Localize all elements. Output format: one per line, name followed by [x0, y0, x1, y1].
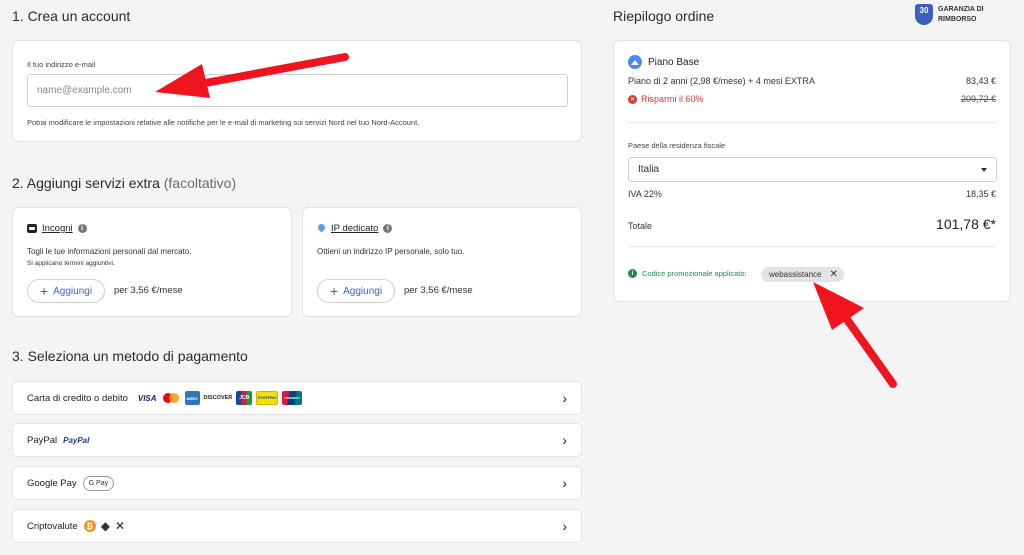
payment-method-card[interactable]: Carta di credito o debito VISA AMEX DISC…	[12, 381, 582, 415]
account-heading: 1. Crea un account	[12, 8, 131, 24]
original-price: 209,72 €	[960, 94, 996, 104]
dedicated-ip-title[interactable]: IP dedicato i	[316, 222, 393, 234]
dedicated-ip-price-value: 3,56 €/mese	[420, 285, 473, 296]
country-select[interactable]: Italia	[628, 157, 997, 182]
incogni-desc: Togli le tue informazioni personali dal …	[27, 247, 192, 256]
plan-name: Piano Base	[648, 56, 700, 68]
add-incogni-button[interactable]: + Aggiungi	[27, 279, 105, 303]
plus-icon: +	[39, 283, 49, 299]
remove-promo-close-icon[interactable]: ✕	[829, 269, 837, 280]
divider	[628, 246, 996, 247]
payment-method-google-pay[interactable]: Google Pay G Pay ›	[12, 466, 582, 500]
vat-value: 18,35 €	[965, 189, 996, 199]
promo-info-icon: i	[628, 269, 637, 278]
plus-icon: +	[329, 283, 339, 299]
discover-logo: DISCOVER	[203, 395, 233, 401]
jcb-logo: JCB	[236, 391, 253, 405]
summary-heading: Riepilogo ordine	[613, 8, 715, 24]
info-icon[interactable]: i	[383, 224, 393, 233]
promo-code: webassistance	[769, 270, 822, 279]
ethereum-icon: ◆	[100, 519, 110, 533]
chevron-right-icon: ›	[562, 390, 567, 406]
incogni-icon	[27, 224, 37, 233]
email-placeholder: name@example.com	[37, 85, 132, 96]
incogni-title-text: Incogni	[42, 223, 73, 234]
payment-method-label: Carta di credito o debito	[27, 392, 128, 404]
caret-down-icon	[981, 167, 987, 172]
extras-heading-main: 2. Aggiungi servizi extra	[12, 175, 160, 191]
payment-method-label: Criptovalute	[27, 520, 78, 532]
mastercard-logo	[161, 391, 181, 405]
info-icon[interactable]: i	[77, 224, 87, 233]
savings-x-icon: ✕	[628, 94, 637, 104]
incogni-price-value: 3,56 €/mese	[130, 285, 183, 296]
incogni-price: per 3,56 €/mese	[114, 285, 183, 296]
dedicated-ip-desc: Ottieni un indirizzo IP personale, solo …	[317, 247, 465, 256]
email-field[interactable]: name@example.com	[27, 74, 568, 107]
amex-logo: AMEX	[184, 391, 200, 405]
unionpay-logo: UNIONPAY	[282, 391, 303, 405]
badge-days: 30	[919, 6, 929, 15]
card-logos: VISA AMEX DISCOVER JCB POSTEPAY UNIONPAY	[134, 391, 303, 405]
nordvpn-logo-icon	[628, 55, 642, 69]
account-card: Il tuo indirizzo e-mail name@example.com…	[12, 40, 582, 142]
extras-heading-optional: (facoltativo)	[163, 175, 237, 191]
chevron-right-icon: ›	[562, 475, 567, 491]
payment-method-crypto[interactable]: Criptovalute ₿ ◆ ✕ ›	[12, 509, 582, 543]
country-value: Italia	[638, 164, 660, 175]
visa-logo: VISA	[137, 393, 157, 403]
guarantee-text: GARANZIA DI RIMBORSO	[938, 5, 984, 25]
payment-heading: 3. Seleziona un metodo di pagamento	[12, 348, 248, 364]
vat-label: IVA 22%	[628, 189, 662, 199]
payment-method-paypal[interactable]: PayPal PayPal ›	[12, 423, 582, 457]
promo-applied: i Codice promozionale applicato:	[628, 269, 747, 278]
plan-price: 83,43 €	[965, 76, 996, 86]
dedicated-ip-price: per 3,56 €/mese	[404, 285, 473, 296]
money-back-badge: 30	[915, 4, 933, 25]
guarantee-line-1: GARANZIA DI	[938, 6, 984, 13]
email-label: Il tuo indirizzo e-mail	[27, 60, 96, 69]
xrp-icon: ✕	[114, 519, 125, 533]
total-value: 101,78 €*	[936, 216, 996, 232]
savings-label: Risparmi il 60%	[641, 94, 704, 104]
payment-method-label: Google Pay	[27, 477, 77, 489]
country-label: Paese della residenza fiscale	[628, 141, 726, 150]
google-pay-logo: G Pay	[82, 475, 115, 491]
promo-code-chip: webassistance ✕	[761, 267, 844, 282]
location-pin-icon	[316, 222, 327, 234]
extra-card-incogni: Incogni i Togli le tue informazioni pers…	[12, 207, 292, 317]
extras-heading: 2. Aggiungi servizi extra (facoltativo)	[12, 175, 236, 191]
savings: ✕ Risparmi il 60%	[628, 94, 704, 104]
chevron-right-icon: ›	[562, 432, 567, 448]
plan-desc: Piano di 2 anni (2,98 €/mese) + 4 mesi E…	[628, 76, 815, 86]
plan-title: Piano Base	[628, 55, 699, 69]
payment-method-label: PayPal	[27, 434, 58, 446]
guarantee-line-2: RIMBORSO	[938, 16, 977, 23]
dedicated-ip-price-prefix: per	[404, 285, 418, 296]
incogni-price-prefix: per	[114, 285, 128, 296]
postepay-logo: POSTEPAY	[256, 391, 279, 405]
order-summary-card: Piano Base Piano di 2 anni (2,98 €/mese)…	[613, 40, 1011, 302]
promo-label: Codice promozionale applicato:	[642, 269, 747, 278]
incogni-terms: Si applicano termini aggiuntivi.	[27, 260, 115, 267]
bitcoin-icon: ₿	[83, 520, 96, 532]
add-incogni-label: Aggiungi	[53, 285, 93, 297]
add-dedicated-ip-button[interactable]: + Aggiungi	[317, 279, 395, 303]
crypto-logos: ₿ ◆ ✕	[83, 519, 125, 533]
add-dedicated-ip-label: Aggiungi	[343, 285, 383, 297]
marketing-note: Potrai modificare le impostazioni relati…	[27, 118, 420, 127]
extra-card-dedicated-ip: IP dedicato i Ottieni un indirizzo IP pe…	[302, 207, 582, 317]
chevron-right-icon: ›	[562, 518, 567, 534]
total-label: Totale	[628, 221, 653, 231]
paypal-logo: PayPal	[63, 435, 90, 445]
divider	[628, 122, 996, 123]
dedicated-ip-title-text: IP dedicato	[331, 223, 379, 234]
incogni-title[interactable]: Incogni i	[27, 223, 87, 234]
